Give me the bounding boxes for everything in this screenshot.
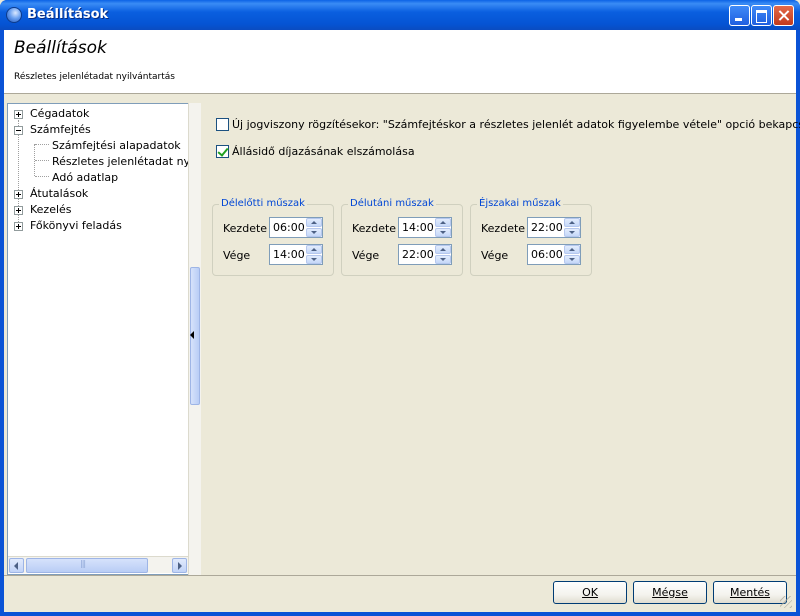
tree-item-label: Főkönyvi feladás xyxy=(30,219,122,232)
start-label: Kezdete xyxy=(223,222,268,235)
settings-content: Új jogviszony rögzítésekor: "Számfejtésk… xyxy=(201,103,800,575)
ok-button-label: OK xyxy=(582,586,598,599)
spin-down-icon[interactable] xyxy=(306,255,322,264)
minimize-icon[interactable] xyxy=(729,5,750,26)
standby-pay-label: Állásidő díjazásának elszámolása xyxy=(232,145,415,158)
tree-item-label: Kezelés xyxy=(30,203,72,216)
shift-group-morning: Délelőtti műszak Kezdete 06:00 Vége 14:0… xyxy=(212,198,334,276)
start-label: Kezdete xyxy=(352,222,397,235)
spinner-value: 22:00 xyxy=(402,248,434,261)
cancel-button-label: Mégse xyxy=(652,586,688,599)
ok-button[interactable]: OK xyxy=(553,581,627,604)
app-globe-icon xyxy=(6,7,22,23)
shift-group-afternoon: Délutáni műszak Kezdete 14:00 Vége 22:00 xyxy=(341,198,463,276)
new-employment-checkbox[interactable] xyxy=(216,118,229,131)
option-standby-pay[interactable]: Állásidő díjazásának elszámolása xyxy=(216,144,516,160)
spinner-value: 06:00 xyxy=(531,248,563,261)
tree-item-label: Cégadatok xyxy=(30,107,90,120)
afternoon-start-spinner[interactable]: 14:00 xyxy=(398,217,452,238)
start-label: Kezdete xyxy=(481,222,526,235)
tree-item-label: Számfejtés xyxy=(30,123,91,136)
morning-start-spinner[interactable]: 06:00 xyxy=(269,217,323,238)
spin-up-icon[interactable] xyxy=(564,218,580,227)
standby-pay-checkbox[interactable] xyxy=(216,145,229,158)
scroll-right-icon[interactable] xyxy=(172,558,187,573)
spin-up-icon[interactable] xyxy=(306,245,322,254)
page-title: Beállítások xyxy=(14,38,107,58)
settings-window: Beállítások Beállítások Részletes jelenl… xyxy=(0,0,800,616)
group-title: Délelőtti műszak xyxy=(219,198,307,209)
collapse-left-icon[interactable] xyxy=(190,331,194,339)
expand-plus-icon[interactable] xyxy=(14,110,23,119)
end-label: Vége xyxy=(481,249,509,262)
page-subtitle: Részletes jelenlétadat nyilvántartás xyxy=(14,72,175,82)
tree-item-label: Részletes jelenlétadat nyilvá xyxy=(52,155,190,168)
spin-down-icon[interactable] xyxy=(306,228,322,237)
close-icon[interactable] xyxy=(773,5,794,26)
new-employment-label: Új jogviszony rögzítésekor: "Számfejtésk… xyxy=(232,118,800,131)
tree-item-ado-adatlap[interactable]: Adó adatlap xyxy=(8,170,188,186)
save-button[interactable]: Mentés xyxy=(713,581,787,604)
tree-item-reszletes-jelenletadat[interactable]: Részletes jelenlétadat nyilvá xyxy=(8,154,190,170)
spinner-value: 06:00 xyxy=(273,221,305,234)
spin-up-icon[interactable] xyxy=(435,245,451,254)
shift-group-night: Éjszakai műszak Kezdete 22:00 Vége 06:00 xyxy=(470,198,592,276)
spin-up-icon[interactable] xyxy=(306,218,322,227)
save-button-label: Mentés xyxy=(729,586,771,599)
window-client-area: Beállítások Részletes jelenlétadat nyilv… xyxy=(4,30,800,612)
tree-horizontal-scrollbar[interactable] xyxy=(8,556,188,573)
settings-tree[interactable]: Cégadatok Számfejtés Számfejtési alapada… xyxy=(7,103,190,575)
afternoon-end-spinner[interactable]: 22:00 xyxy=(398,244,452,265)
spin-down-icon[interactable] xyxy=(435,255,451,264)
footer-divider xyxy=(4,575,796,576)
tree-item-atutalasok[interactable]: Átutalások xyxy=(8,186,188,202)
spinner-value: 14:00 xyxy=(402,221,434,234)
night-start-spinner[interactable]: 22:00 xyxy=(527,217,581,238)
group-title: Éjszakai műszak xyxy=(477,198,563,209)
collapse-minus-icon[interactable] xyxy=(14,126,23,135)
tree-item-cegadatok[interactable]: Cégadatok xyxy=(8,106,188,122)
tree-item-fokonyvi-feladas[interactable]: Főkönyvi feladás xyxy=(8,218,188,234)
night-end-spinner[interactable]: 06:00 xyxy=(527,244,581,265)
window-title: Beállítások xyxy=(27,7,109,22)
resize-grip-icon[interactable] xyxy=(780,596,792,608)
tree-item-label: Számfejtési alapadatok xyxy=(52,139,181,152)
spin-up-icon[interactable] xyxy=(435,218,451,227)
tree-item-szamfejtesi-alapadatok[interactable]: Számfejtési alapadatok xyxy=(8,138,188,154)
expand-plus-icon[interactable] xyxy=(14,190,23,199)
cancel-button[interactable]: Mégse xyxy=(633,581,707,604)
title-bar[interactable]: Beállítások xyxy=(0,0,800,30)
end-label: Vége xyxy=(223,249,251,262)
spin-down-icon[interactable] xyxy=(564,228,580,237)
spinner-value: 14:00 xyxy=(273,248,305,261)
scrollbar-thumb[interactable] xyxy=(26,558,148,573)
group-title: Délutáni műszak xyxy=(348,198,436,209)
option-new-employment[interactable]: Új jogviszony rögzítésekor: "Számfejtésk… xyxy=(216,117,800,133)
tree-item-szamfejtes[interactable]: Számfejtés xyxy=(8,122,188,138)
spin-down-icon[interactable] xyxy=(435,228,451,237)
tree-item-label: Átutalások xyxy=(30,187,89,200)
scroll-left-icon[interactable] xyxy=(9,558,24,573)
tree-item-label: Adó adatlap xyxy=(52,171,119,184)
morning-end-spinner[interactable]: 14:00 xyxy=(269,244,323,265)
tree-item-kezeles[interactable]: Kezelés xyxy=(8,202,188,218)
spin-up-icon[interactable] xyxy=(564,245,580,254)
spinner-value: 22:00 xyxy=(531,221,563,234)
expand-plus-icon[interactable] xyxy=(14,222,23,231)
end-label: Vége xyxy=(352,249,380,262)
panel-splitter[interactable] xyxy=(188,103,201,575)
maximize-icon[interactable] xyxy=(751,5,772,26)
spin-down-icon[interactable] xyxy=(564,255,580,264)
expand-plus-icon[interactable] xyxy=(14,206,23,215)
page-header: Beállítások Részletes jelenlétadat nyilv… xyxy=(4,30,796,94)
